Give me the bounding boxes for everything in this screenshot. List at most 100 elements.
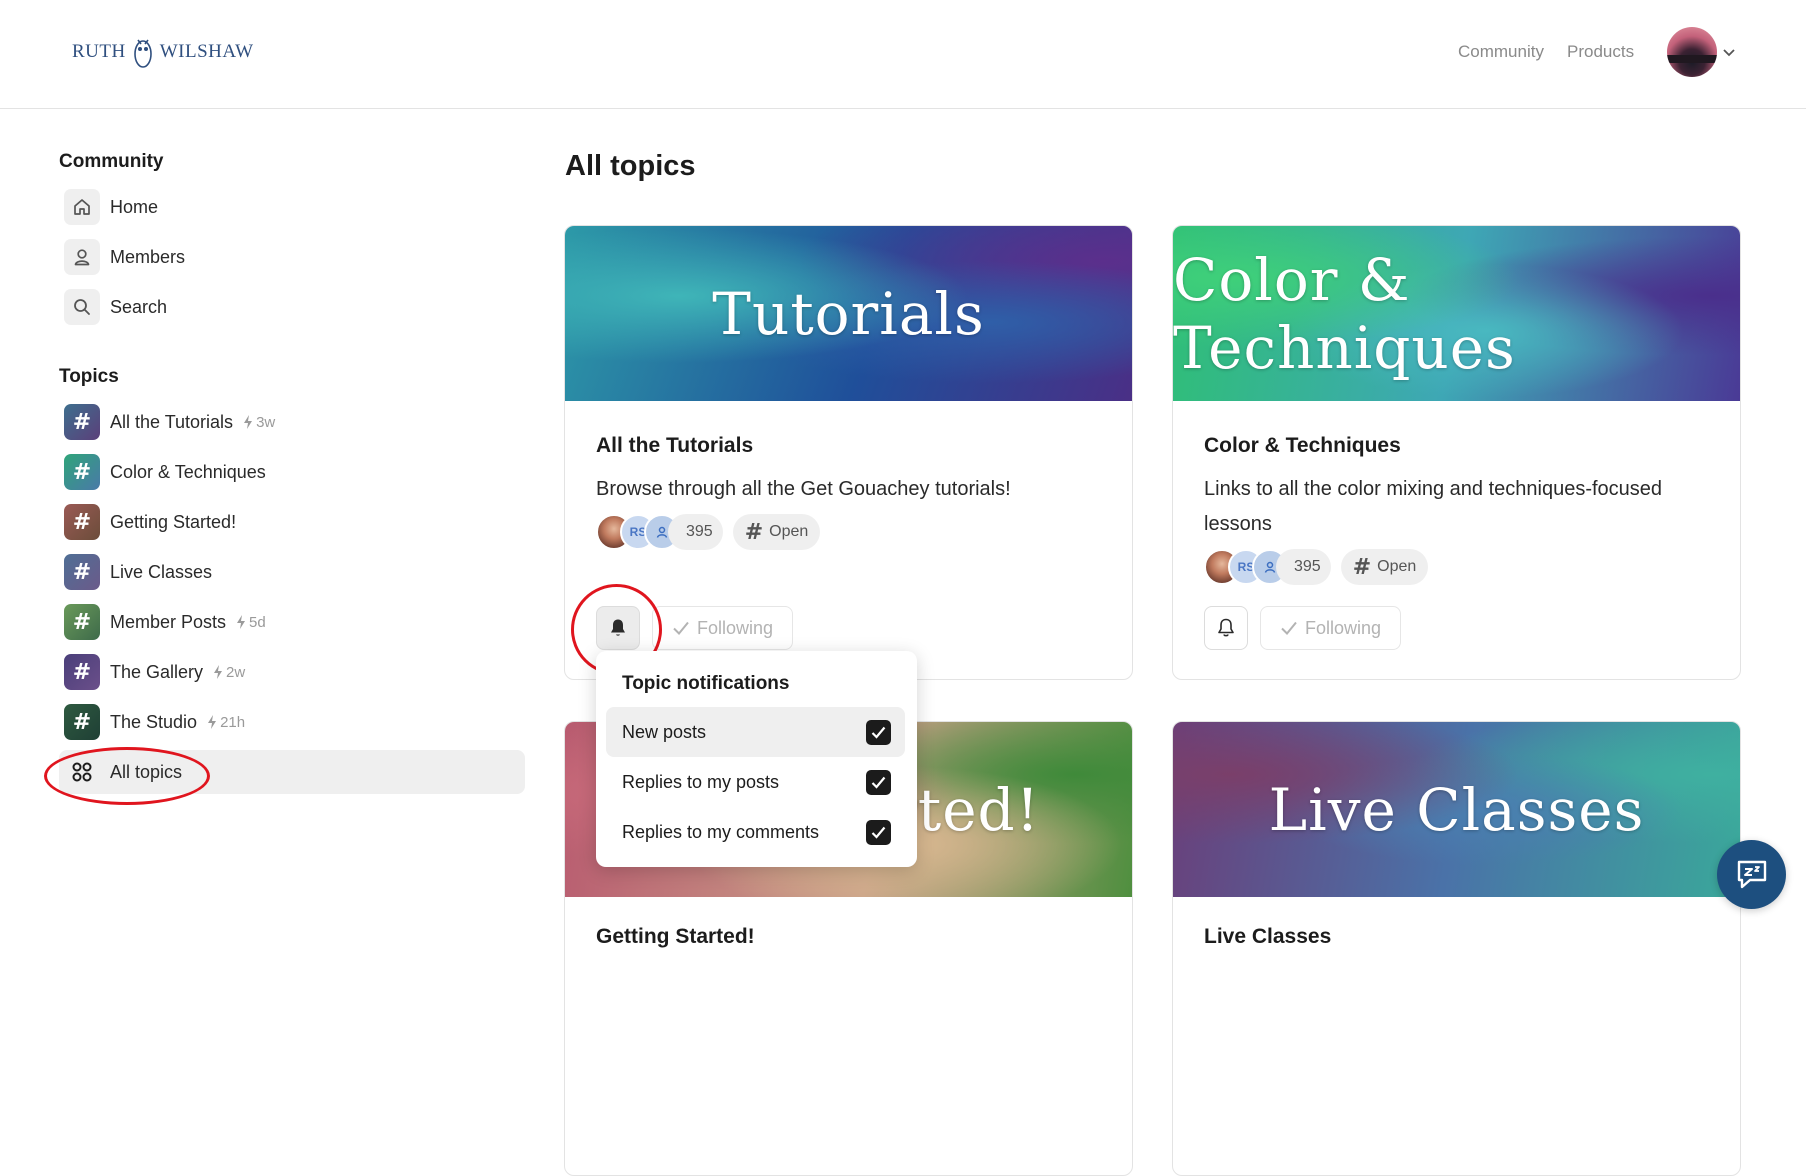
chevron-down-icon[interactable]: [1722, 45, 1736, 59]
hash-icon: #: [64, 604, 100, 640]
notify-replies-comments-option[interactable]: Replies to my comments: [606, 807, 905, 857]
highlight-ring-all-topics: [44, 747, 210, 805]
following-button[interactable]: Following: [1260, 606, 1401, 650]
option-label: Replies to my comments: [622, 821, 820, 842]
topic-title[interactable]: Getting Started!: [596, 925, 755, 949]
user-icon: [64, 239, 100, 275]
sidebar-item-label: Members: [110, 246, 186, 267]
notify-new-posts-option[interactable]: New posts: [606, 707, 905, 757]
topic-title[interactable]: Live Classes: [1204, 925, 1331, 949]
activity-indicator: 2w: [213, 664, 245, 681]
checkbox-checked[interactable]: [866, 820, 891, 845]
hash-icon: #: [64, 554, 100, 590]
sidebar-topic-all-the-tutorials[interactable]: # All the Tutorials 3w: [59, 400, 525, 444]
sidebar-topic-the-gallery[interactable]: # The Gallery 2w: [59, 650, 525, 694]
bolt-icon: [237, 615, 246, 629]
checkbox-checked[interactable]: [866, 770, 891, 795]
check-icon: [871, 776, 886, 789]
hash-icon: #: [64, 454, 100, 490]
activity-time: 3w: [256, 413, 276, 431]
dropdown-title: Topic notifications: [622, 673, 790, 694]
access-label: Open: [769, 523, 809, 540]
check-icon: [871, 726, 886, 739]
check-icon: [673, 621, 689, 635]
sidebar-topic-getting-started[interactable]: # Getting Started!: [59, 500, 525, 544]
activity-indicator: 3w: [243, 414, 275, 431]
logo-text-last: WILSHAW: [159, 41, 254, 62]
user-icon: [656, 526, 668, 538]
help-chat-button[interactable]: [1717, 840, 1786, 909]
topics-section-title: Topics: [59, 366, 119, 387]
sidebar-item-label: Live Classes: [110, 561, 213, 582]
access-label: Open: [1377, 558, 1417, 575]
sidebar-item-label: Search: [110, 296, 168, 317]
member-count: 395: [1276, 549, 1331, 585]
hash-icon: #: [64, 504, 100, 540]
topic-title[interactable]: All the Tutorials: [596, 434, 753, 458]
option-label: New posts: [622, 721, 707, 742]
bolt-icon: [214, 665, 223, 679]
activity-time: 2w: [226, 663, 246, 681]
access-badge: # Open: [1340, 549, 1429, 585]
following-label: Following: [696, 617, 774, 638]
check-icon: [1281, 621, 1297, 635]
sidebar-item-search[interactable]: Search: [59, 285, 525, 329]
user-avatar[interactable]: [1667, 27, 1717, 77]
sidebar-item-members[interactable]: Members: [59, 235, 525, 279]
bolt-icon: [208, 715, 217, 729]
bell-outline-icon: [1218, 618, 1234, 637]
access-badge: # Open: [732, 514, 821, 550]
notify-replies-posts-option[interactable]: Replies to my posts: [606, 757, 905, 807]
sidebar-topic-member-posts[interactable]: # Member Posts 5d: [59, 600, 525, 644]
nav-products-link[interactable]: Products: [1567, 42, 1634, 62]
member-count: 395: [668, 514, 723, 550]
topic-banner: Color & Techniques: [1173, 226, 1740, 401]
sidebar-item-home[interactable]: Home: [59, 185, 525, 229]
activity-indicator: 21h: [207, 714, 245, 731]
sidebar-topic-color-techniques[interactable]: # Color & Techniques: [59, 450, 525, 494]
hash-icon: #: [64, 704, 100, 740]
activity-time: 5d: [249, 613, 266, 631]
hash-icon: #: [64, 654, 100, 690]
topic-banner: Live Classes: [1173, 722, 1740, 897]
sidebar-topic-the-studio[interactable]: # The Studio 21h: [59, 700, 525, 744]
sidebar-item-label: Member Posts: [110, 611, 227, 632]
topic-description: Browse through all the Get Gouachey tuto…: [596, 478, 1011, 500]
community-section-title: Community: [59, 151, 164, 172]
topic-description: Links to all the color mixing and techni…: [1204, 478, 1663, 535]
topic-card-live-classes[interactable]: Live Classes Live Classes: [1172, 721, 1741, 1176]
sidebar-item-label: Home: [110, 196, 159, 217]
top-header: RUTH WILSHAW Community Products: [0, 0, 1806, 109]
sidebar-item-label: The Gallery: [110, 661, 204, 682]
search-icon: [64, 289, 100, 325]
option-label: Replies to my posts: [622, 771, 780, 792]
topic-meta: RS 395 # Open: [1204, 548, 1429, 586]
hash-icon: #: [64, 404, 100, 440]
topic-meta: RS 395 # Open: [596, 513, 821, 551]
sidebar-item-label: Getting Started!: [110, 511, 237, 532]
hash-icon: #: [1352, 554, 1372, 580]
activity-time: 21h: [220, 713, 246, 731]
user-icon: [1264, 561, 1276, 573]
hash-icon: #: [744, 519, 764, 545]
site-logo[interactable]: RUTH WILSHAW: [72, 32, 254, 72]
chat-bubble-icon: [1737, 860, 1766, 888]
topic-banner: Tutorials: [565, 226, 1132, 401]
owl-logo-icon: [133, 39, 152, 68]
activity-indicator: 5d: [236, 614, 266, 631]
topic-title[interactable]: Color & Techniques: [1204, 434, 1401, 458]
sidebar-item-label: Color & Techniques: [110, 461, 266, 482]
following-label: Following: [1304, 617, 1382, 638]
page-title: All topics: [565, 150, 696, 182]
nav-community-link[interactable]: Community: [1458, 42, 1544, 62]
logo-text-first: RUTH: [72, 41, 126, 62]
topic-card-color-techniques[interactable]: Color & Techniques Color & Techniques Li…: [1172, 225, 1741, 680]
check-icon: [871, 826, 886, 839]
home-icon: [64, 189, 100, 225]
sidebar-item-label: The Studio: [110, 711, 198, 732]
notifications-button[interactable]: [1204, 606, 1248, 650]
checkbox-checked[interactable]: [866, 720, 891, 745]
following-button[interactable]: Following: [652, 606, 793, 650]
sidebar-topic-live-classes[interactable]: # Live Classes: [59, 550, 525, 594]
sidebar-item-label: All the Tutorials: [110, 411, 234, 432]
